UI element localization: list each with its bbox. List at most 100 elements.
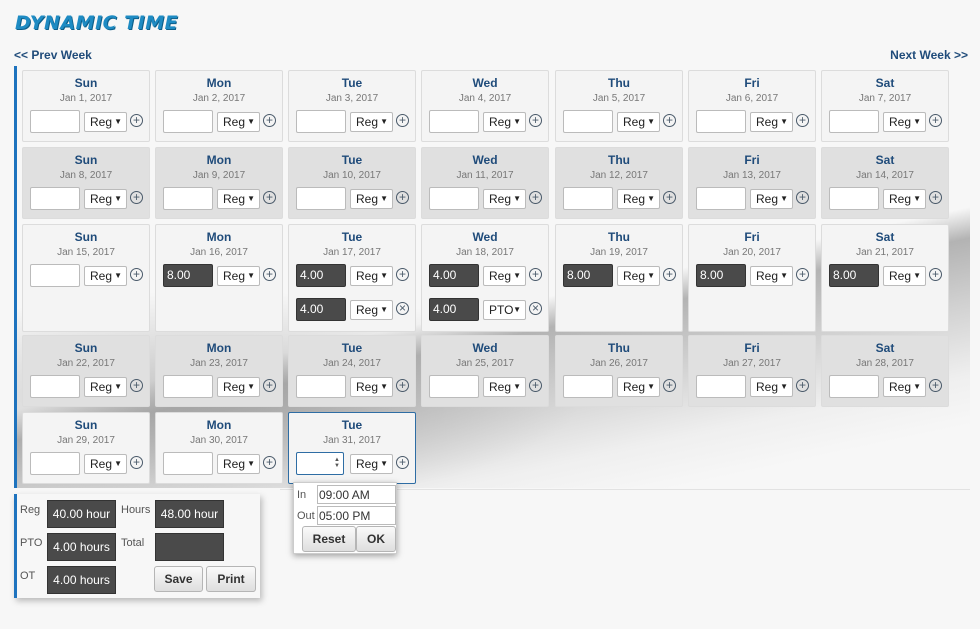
add-entry-icon[interactable]: + bbox=[796, 114, 809, 127]
hours-input[interactable] bbox=[163, 452, 213, 475]
time-in-field[interactable]: 09:00 AM bbox=[317, 485, 396, 504]
hours-input[interactable] bbox=[563, 375, 613, 398]
add-entry-icon[interactable]: + bbox=[529, 379, 542, 392]
add-entry-icon[interactable]: + bbox=[529, 268, 542, 281]
add-entry-icon[interactable]: + bbox=[529, 191, 542, 204]
hours-type-select[interactable]: Reg ▼ bbox=[350, 377, 393, 397]
hours-input[interactable] bbox=[30, 452, 80, 475]
add-entry-icon[interactable]: + bbox=[130, 114, 143, 127]
hours-type-select[interactable]: Reg ▼ bbox=[483, 112, 526, 132]
hours-type-select[interactable]: Reg ▼ bbox=[217, 112, 260, 132]
add-entry-icon[interactable]: + bbox=[263, 268, 276, 281]
hours-type-select[interactable]: Reg ▼ bbox=[483, 377, 526, 397]
hours-input[interactable]: 8.00 bbox=[696, 264, 746, 287]
add-entry-icon[interactable]: + bbox=[263, 114, 276, 127]
hours-type-select[interactable]: Reg ▼ bbox=[750, 189, 793, 209]
hours-input[interactable]: 8.00 bbox=[563, 264, 613, 287]
hours-input[interactable] bbox=[829, 110, 879, 133]
add-entry-icon[interactable]: + bbox=[929, 379, 942, 392]
hours-input[interactable] bbox=[296, 187, 346, 210]
add-entry-icon[interactable]: + bbox=[663, 379, 676, 392]
add-entry-icon[interactable]: + bbox=[263, 456, 276, 469]
add-entry-icon[interactable]: + bbox=[929, 191, 942, 204]
spinner-icon[interactable]: ▲ ▼ bbox=[334, 457, 340, 469]
add-entry-icon[interactable]: + bbox=[796, 268, 809, 281]
hours-type-select[interactable]: Reg ▼ bbox=[617, 189, 660, 209]
add-entry-icon[interactable]: + bbox=[130, 191, 143, 204]
add-entry-icon[interactable]: + bbox=[796, 379, 809, 392]
hours-type-select[interactable]: Reg ▼ bbox=[217, 454, 260, 474]
add-entry-icon[interactable]: + bbox=[130, 268, 143, 281]
hours-input[interactable] bbox=[696, 375, 746, 398]
hours-type-select[interactable]: Reg ▼ bbox=[750, 377, 793, 397]
add-entry-icon[interactable]: + bbox=[396, 379, 409, 392]
hours-type-select[interactable]: Reg ▼ bbox=[883, 266, 926, 286]
hours-input[interactable] bbox=[429, 110, 479, 133]
hours-type-select[interactable]: Reg ▼ bbox=[217, 266, 260, 286]
hours-type-select[interactable]: Reg ▼ bbox=[350, 112, 393, 132]
add-entry-icon[interactable]: + bbox=[396, 456, 409, 469]
hours-input[interactable] bbox=[163, 187, 213, 210]
time-out-field[interactable]: 05:00 PM bbox=[317, 506, 396, 525]
hours-input[interactable] bbox=[30, 110, 80, 133]
add-entry-icon[interactable]: + bbox=[130, 456, 143, 469]
add-entry-icon[interactable]: + bbox=[663, 268, 676, 281]
hours-input[interactable] bbox=[563, 187, 613, 210]
add-entry-icon[interactable]: + bbox=[796, 191, 809, 204]
hours-type-select[interactable]: Reg ▼ bbox=[84, 377, 127, 397]
add-entry-icon[interactable]: + bbox=[929, 268, 942, 281]
add-entry-icon[interactable]: + bbox=[396, 268, 409, 281]
add-entry-icon[interactable]: + bbox=[130, 379, 143, 392]
hours-input[interactable] bbox=[30, 187, 80, 210]
hours-input[interactable]: 8.00 bbox=[829, 264, 879, 287]
hours-type-select[interactable]: Reg ▼ bbox=[617, 112, 660, 132]
add-entry-icon[interactable]: + bbox=[663, 191, 676, 204]
hours-type-select[interactable]: PTO ▼ bbox=[483, 300, 526, 320]
hours-type-select[interactable]: Reg ▼ bbox=[883, 189, 926, 209]
hours-type-select[interactable]: Reg ▼ bbox=[483, 189, 526, 209]
hours-input[interactable] bbox=[429, 375, 479, 398]
hours-input[interactable] bbox=[296, 110, 346, 133]
hours-type-select[interactable]: Reg ▼ bbox=[883, 112, 926, 132]
next-week-link[interactable]: Next Week >> bbox=[890, 48, 968, 62]
add-entry-icon[interactable]: + bbox=[263, 191, 276, 204]
hours-type-select[interactable]: Reg ▼ bbox=[617, 266, 660, 286]
hours-type-select[interactable]: Reg ▼ bbox=[84, 454, 127, 474]
hours-input[interactable] bbox=[296, 375, 346, 398]
reset-button[interactable]: Reset bbox=[302, 526, 356, 552]
hours-type-select[interactable]: Reg ▼ bbox=[84, 266, 127, 286]
hours-input[interactable] bbox=[163, 110, 213, 133]
hours-type-select[interactable]: Reg ▼ bbox=[217, 377, 260, 397]
hours-input[interactable] bbox=[829, 375, 879, 398]
hours-input[interactable] bbox=[429, 187, 479, 210]
hours-type-select[interactable]: Reg ▼ bbox=[84, 189, 127, 209]
hours-input[interactable]: 4.00 bbox=[296, 264, 346, 287]
hours-type-select[interactable]: Reg ▼ bbox=[217, 189, 260, 209]
hours-input[interactable] bbox=[163, 375, 213, 398]
add-entry-icon[interactable]: + bbox=[396, 114, 409, 127]
hours-input[interactable]: 4.00 bbox=[429, 298, 479, 321]
hours-input[interactable] bbox=[696, 187, 746, 210]
hours-input[interactable] bbox=[30, 375, 80, 398]
print-button[interactable]: Print bbox=[206, 566, 256, 592]
save-button[interactable]: Save bbox=[154, 566, 203, 592]
hours-type-select[interactable]: Reg ▼ bbox=[617, 377, 660, 397]
hours-input[interactable]: 4.00 bbox=[296, 298, 346, 321]
hours-type-select[interactable]: Reg ▼ bbox=[483, 266, 526, 286]
ok-button[interactable]: OK bbox=[356, 526, 396, 552]
hours-input[interactable]: 8.00 bbox=[163, 264, 213, 287]
add-entry-icon[interactable]: + bbox=[929, 114, 942, 127]
add-entry-icon[interactable]: + bbox=[396, 191, 409, 204]
hours-type-select[interactable]: Reg ▼ bbox=[750, 266, 793, 286]
hours-input[interactable] bbox=[696, 110, 746, 133]
hours-type-select[interactable]: Reg ▼ bbox=[84, 112, 127, 132]
hours-type-select[interactable]: Reg ▼ bbox=[750, 112, 793, 132]
hours-type-select[interactable]: Reg ▼ bbox=[350, 454, 393, 474]
hours-type-select[interactable]: Reg ▼ bbox=[350, 266, 393, 286]
hours-input[interactable]: 4.00 bbox=[429, 264, 479, 287]
add-entry-icon[interactable]: + bbox=[263, 379, 276, 392]
hours-input[interactable] bbox=[30, 264, 80, 287]
hours-type-select[interactable]: Reg ▼ bbox=[883, 377, 926, 397]
hours-type-select[interactable]: Reg ▼ bbox=[350, 300, 393, 320]
hours-input[interactable] bbox=[563, 110, 613, 133]
